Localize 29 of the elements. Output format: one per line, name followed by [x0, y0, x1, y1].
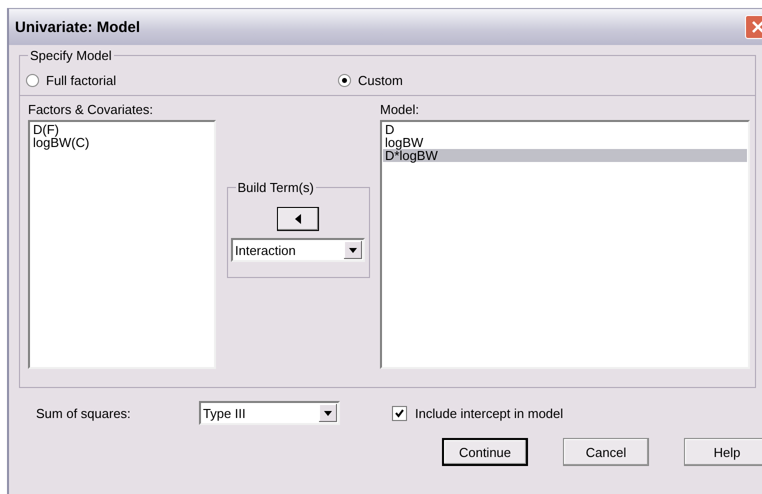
close-icon — [751, 20, 762, 34]
dropdown-arrow-icon — [349, 248, 357, 252]
list-label: Factors & Covariates: — [28, 102, 154, 119]
list-item[interactable]: logBW — [383, 136, 747, 149]
move-button[interactable] — [277, 207, 319, 231]
term-type-dropdown[interactable]: Interaction — [231, 238, 365, 262]
window-title: Univariate: Model — [15, 18, 140, 36]
checkbox-option[interactable]: Include intercept in model — [392, 406, 564, 420]
checkbox[interactable] — [392, 406, 407, 420]
sum-of-squares-dropdown[interactable]: Type III — [199, 401, 340, 425]
group-legend: Specify Model — [28, 48, 114, 63]
list-item[interactable]: D(F) — [31, 123, 213, 136]
radio-button[interactable] — [26, 74, 39, 86]
left-arrow-icon — [295, 214, 301, 224]
model-list[interactable]: D logBW D*logBW — [380, 120, 750, 369]
group-legend: Build Term(s) — [236, 180, 316, 195]
dialog-button[interactable]: Cancel — [563, 438, 649, 466]
factors-list[interactable]: D(F) logBW(C) — [28, 120, 216, 369]
list-item[interactable]: D — [383, 123, 747, 136]
list-item[interactable]: D*logBW — [383, 149, 747, 162]
radio-option[interactable]: Full factorial — [26, 70, 338, 90]
list-label: Model: — [380, 102, 420, 119]
dropdown-arrow-icon — [324, 410, 332, 416]
field-label: Sum of squares: — [36, 406, 132, 420]
dialog-button[interactable]: Help — [684, 438, 762, 466]
list-item[interactable]: logBW(C) — [31, 136, 213, 149]
radio-button[interactable] — [338, 74, 351, 86]
radio-option[interactable]: Custom — [338, 70, 403, 90]
dialog-button[interactable]: Continue — [442, 438, 528, 466]
